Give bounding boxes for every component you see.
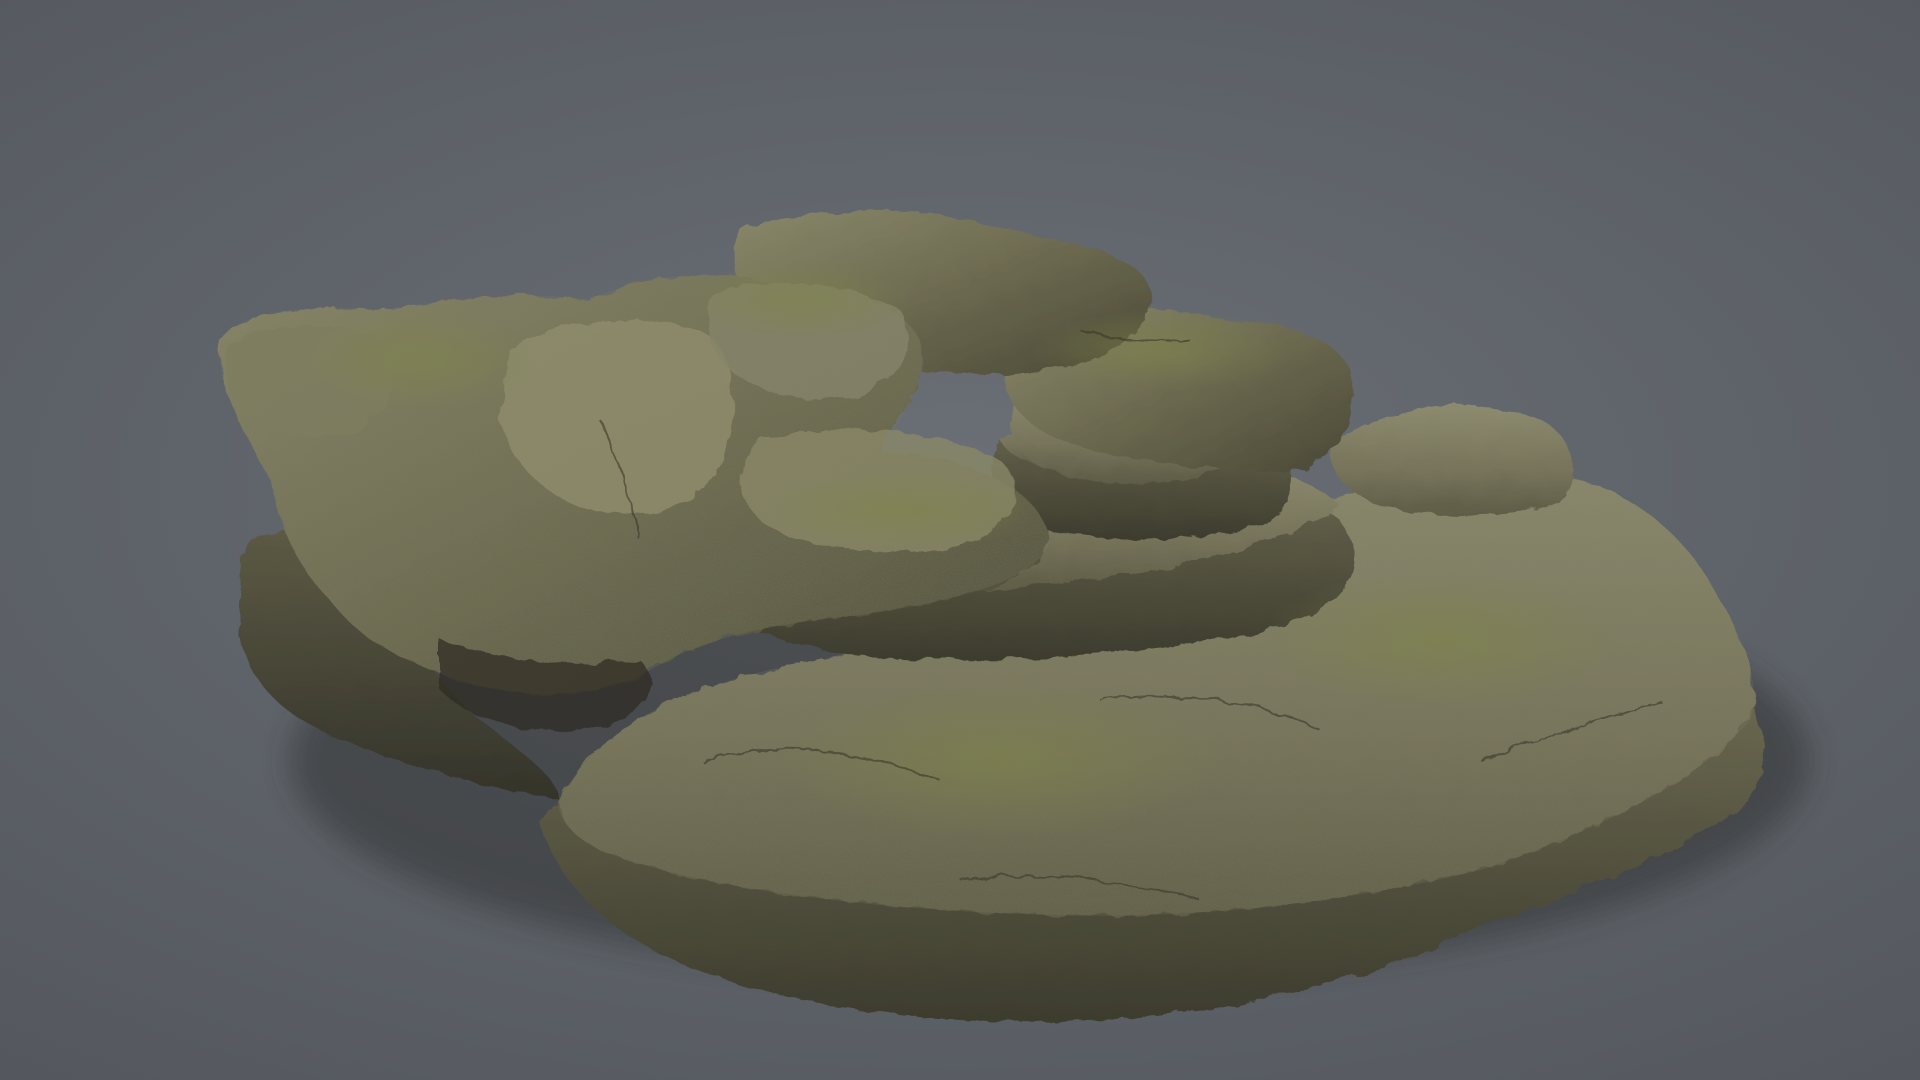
moss-patch bbox=[780, 680, 1220, 840]
rock-scene bbox=[219, 210, 1810, 1022]
moss-patch bbox=[300, 310, 540, 410]
3d-viewport[interactable] bbox=[0, 0, 1920, 1080]
moss-patch bbox=[760, 470, 1040, 550]
moss-patch bbox=[690, 260, 910, 340]
moss-patch bbox=[1030, 310, 1290, 390]
moss-patch bbox=[1260, 570, 1620, 710]
right-ledge bbox=[1332, 404, 1574, 516]
